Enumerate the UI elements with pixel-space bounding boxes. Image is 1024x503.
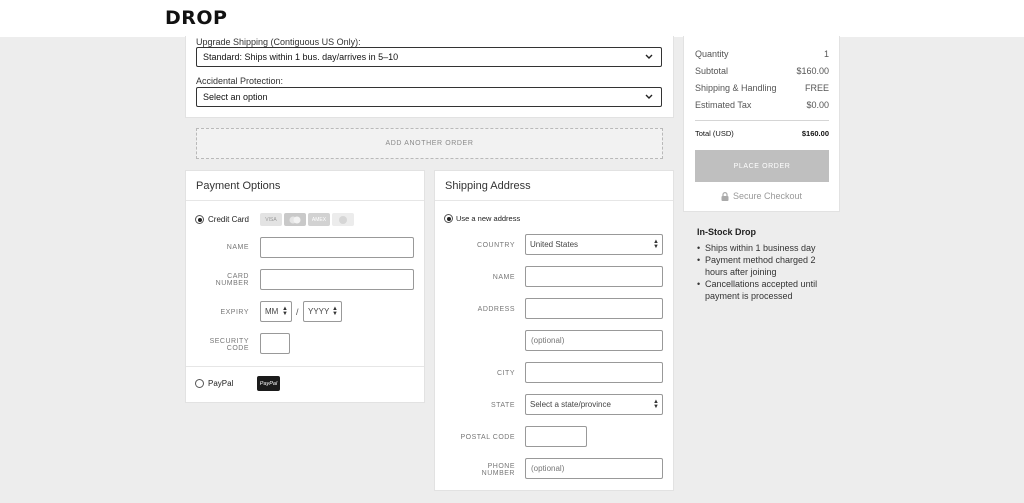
summary-total-value: $160.00 (801, 129, 829, 138)
country-select[interactable]: United States ▲ ▼ (525, 234, 663, 255)
secure-checkout-text: Secure Checkout (733, 191, 803, 201)
state-value: Select a state/province (530, 400, 611, 409)
expiry-year-select[interactable]: YYYY ▲ ▼ (303, 301, 342, 322)
phone-placeholder: (optional) (531, 464, 565, 473)
divider (186, 366, 424, 367)
credit-card-radio[interactable] (195, 215, 204, 224)
accidental-protection-select[interactable]: Select an option (196, 87, 662, 107)
discover-icon (332, 213, 354, 226)
expiry-month-select[interactable]: MM ▲ ▼ (260, 301, 292, 322)
credit-card-label: Credit Card (208, 215, 249, 224)
upgrade-shipping-value: Standard: Ships within 1 bus. day/arrive… (203, 52, 399, 62)
city-input[interactable] (525, 362, 663, 383)
list-item: Payment method charged 2 hours after joi… (697, 254, 837, 278)
payment-options-title: Payment Options (196, 180, 281, 192)
expiry-label: EXPIRY (220, 309, 249, 316)
security-code-input[interactable] (260, 333, 290, 354)
expiry-separator: / (296, 307, 299, 317)
state-label: STATE (490, 402, 515, 409)
summary-quantity-value: 1 (823, 49, 829, 59)
accidental-protection-label: Accidental Protection: (196, 76, 284, 86)
use-new-address-radio[interactable] (444, 214, 453, 223)
instock-list: Ships within 1 business day Payment meth… (697, 242, 837, 302)
summary-tax-value: $0.00 (806, 100, 829, 110)
upgrade-shipping-select[interactable]: Standard: Ships within 1 bus. day/arrive… (196, 47, 662, 67)
card-name-label: NAME (226, 244, 249, 251)
upgrade-shipping-label: Upgrade Shipping (Contiguous US Only): (196, 37, 361, 47)
divider (186, 200, 424, 201)
card-number-label: CARD NUMBER (215, 273, 249, 287)
state-select[interactable]: Select a state/province ▲ ▼ (525, 394, 663, 415)
list-item: Ships within 1 business day (697, 242, 837, 254)
phone-number-label: PHONE NUMBER (481, 463, 515, 477)
shipping-address-title: Shipping Address (445, 180, 531, 192)
chevron-down-icon (644, 92, 654, 102)
place-order-button[interactable]: PLACE ORDER (695, 150, 829, 182)
divider (435, 200, 673, 201)
card-number-input[interactable] (260, 269, 414, 290)
address-line2-placeholder: (optional) (531, 336, 565, 345)
use-new-address-label: Use a new address (456, 214, 521, 223)
drop-logo[interactable]: DROP (165, 7, 227, 29)
secure-checkout: Secure Checkout (721, 191, 802, 201)
postal-code-label: POSTAL CODE (460, 434, 515, 441)
select-arrows-icon: ▲ ▼ (653, 399, 659, 410)
summary-tax-label: Estimated Tax (695, 100, 752, 110)
country-label: COUNTRY (477, 242, 515, 249)
chevron-down-icon (644, 52, 654, 62)
order-summary-panel (683, 36, 840, 212)
country-value: United States (530, 240, 579, 249)
summary-quantity-label: Quantity (695, 49, 729, 59)
expiry-year-value: YYYY (308, 307, 330, 316)
summary-subtotal-label: Subtotal (695, 66, 729, 76)
list-item: Cancellations accepted until payment is … (697, 278, 837, 302)
top-bar: DROP (0, 0, 1024, 37)
mastercard-icon (284, 213, 306, 226)
accidental-protection-value: Select an option (203, 92, 268, 102)
summary-total-label: Total (USD) (695, 129, 734, 138)
lock-icon (721, 191, 729, 201)
card-name-input[interactable] (260, 237, 414, 258)
expiry-month-value: MM (265, 307, 279, 316)
address-input[interactable] (525, 298, 663, 319)
summary-subtotal-value: $160.00 (796, 66, 829, 76)
summary-shipping-label: Shipping & Handling (695, 83, 777, 93)
address-line2-input[interactable]: (optional) (525, 330, 663, 351)
city-label: CITY (497, 370, 515, 377)
security-code-label: SECURITY CODE (209, 338, 249, 352)
select-arrows-icon: ▲ ▼ (653, 239, 659, 250)
divider (695, 120, 829, 121)
select-arrows-icon: ▲ ▼ (332, 306, 338, 317)
ship-name-input[interactable] (525, 266, 663, 287)
address-label: ADDRESS (477, 306, 515, 313)
phone-number-input[interactable]: (optional) (525, 458, 663, 479)
amex-icon: AMEX (308, 213, 330, 226)
postal-code-input[interactable] (525, 426, 587, 447)
paypal-badge-icon: PayPal (257, 376, 280, 391)
instock-title: In-Stock Drop (697, 227, 757, 237)
paypal-label: PayPal (208, 379, 234, 388)
visa-icon: VISA (260, 213, 282, 226)
paypal-radio[interactable] (195, 379, 204, 388)
select-arrows-icon: ▲ ▼ (282, 306, 288, 317)
add-another-order-button[interactable]: ADD ANOTHER ORDER (196, 128, 663, 159)
ship-name-label: NAME (492, 274, 515, 281)
summary-shipping-value: FREE (804, 83, 829, 93)
